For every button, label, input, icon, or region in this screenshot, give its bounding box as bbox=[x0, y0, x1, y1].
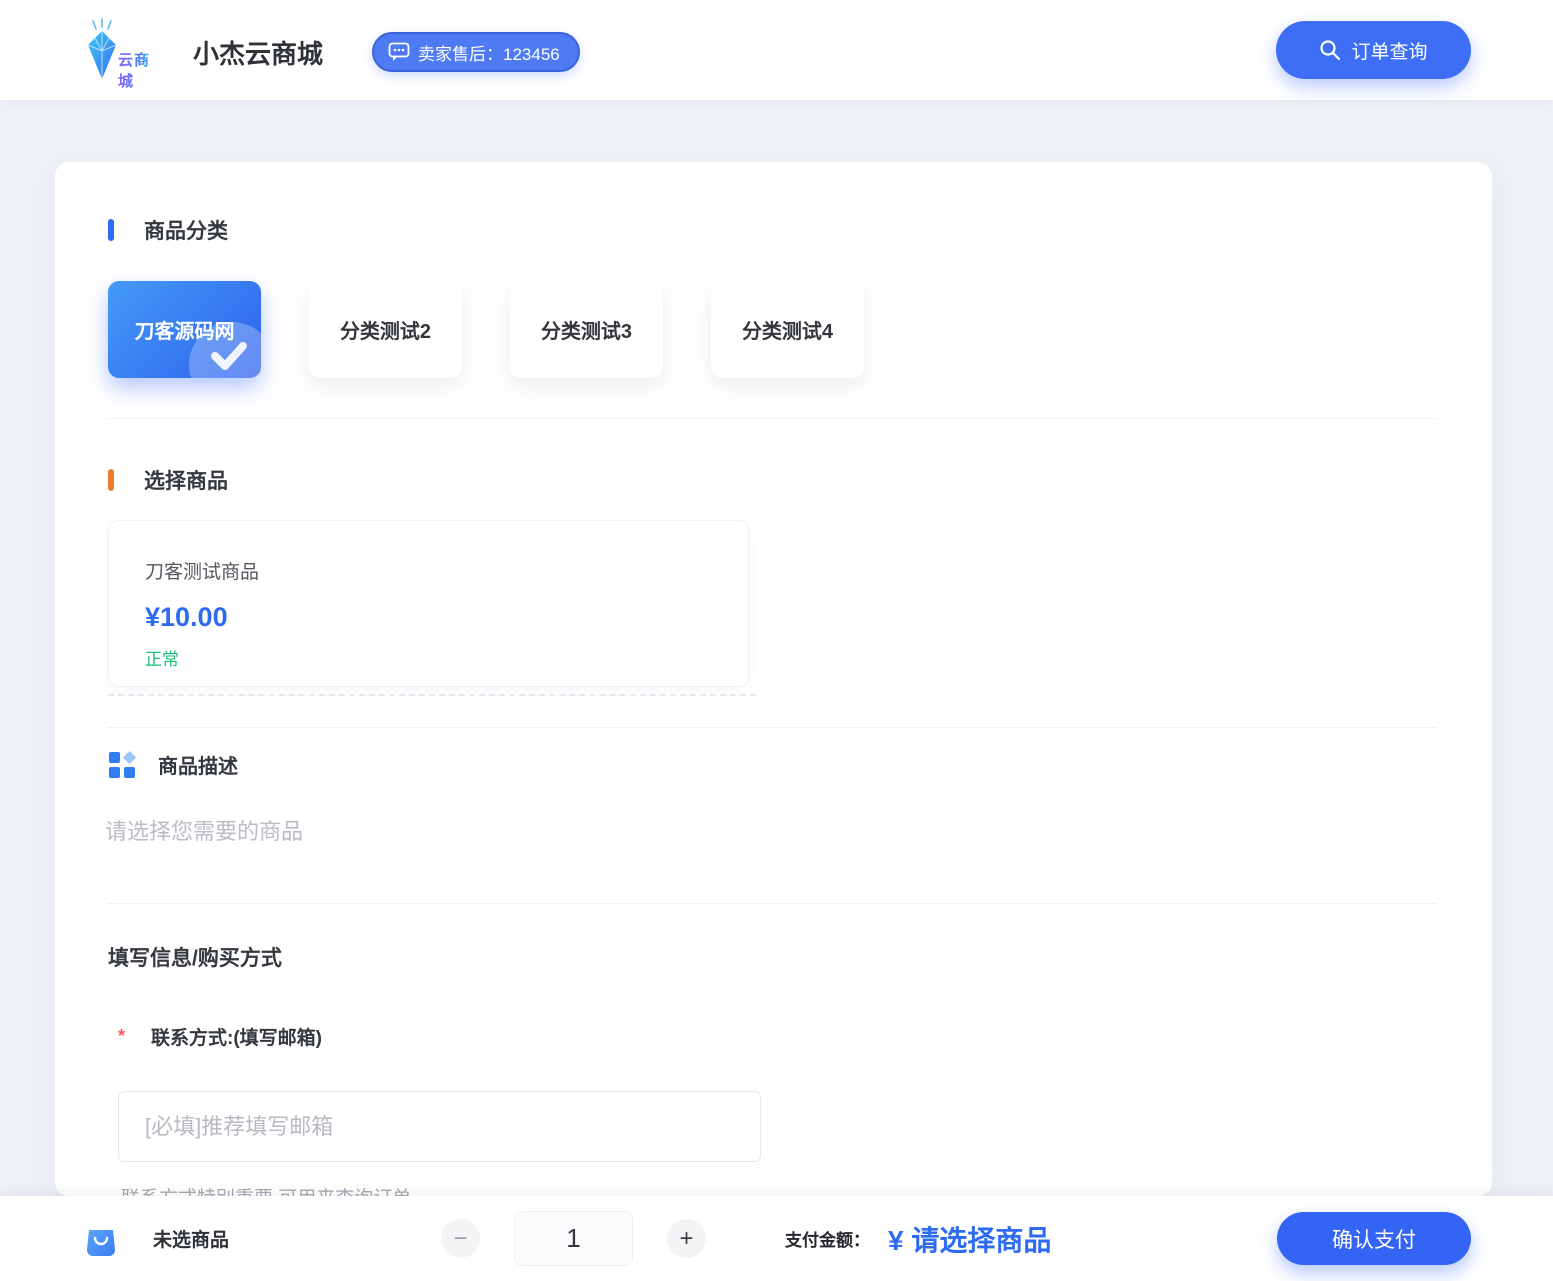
shop-main-card: 商品分类 刀客源码网 分类测试2 分类测试3 分类测试4 选择商品 刀客测试商品… bbox=[55, 162, 1492, 1196]
quantity-minus-button[interactable]: − bbox=[441, 1219, 480, 1258]
category-item[interactable]: 分类测试3 bbox=[510, 281, 663, 378]
shopping-bag-icon bbox=[83, 1220, 119, 1258]
dashed-separator bbox=[108, 694, 756, 696]
category-label: 分类测试3 bbox=[541, 315, 632, 344]
logo-text: 云商城 bbox=[118, 49, 158, 91]
contact-email-input[interactable] bbox=[118, 1091, 761, 1162]
divider bbox=[108, 418, 1437, 419]
category-section-title: 商品分类 bbox=[144, 215, 228, 245]
form-section-title: 填写信息/购买方式 bbox=[108, 942, 282, 972]
search-icon bbox=[1319, 39, 1341, 61]
product-section-header: 选择商品 bbox=[108, 465, 228, 495]
pay-amount-group: 支付金额： ¥ 请选择商品 bbox=[785, 1196, 1051, 1281]
site-logo: 云商城 bbox=[82, 13, 158, 87]
required-asterisk: * bbox=[118, 1023, 125, 1047]
contact-helper-text: 联系方式特别重要 可用来查询订单 bbox=[121, 1183, 411, 1196]
product-card[interactable]: 刀客测试商品 ¥10.00 正常 bbox=[108, 520, 749, 687]
category-item[interactable]: 分类测试4 bbox=[711, 281, 864, 378]
order-query-button[interactable]: 订单查询 bbox=[1276, 21, 1471, 79]
cart-status-text: 未选商品 bbox=[153, 1225, 229, 1252]
category-label: 分类测试4 bbox=[742, 315, 833, 344]
category-section-header: 商品分类 bbox=[108, 215, 228, 245]
contact-field-label-row: * 联系方式:(填写邮箱) bbox=[118, 1023, 322, 1050]
product-price: ¥10.00 bbox=[145, 602, 748, 633]
category-item[interactable]: 分类测试2 bbox=[309, 281, 462, 378]
quantity-input[interactable] bbox=[514, 1211, 633, 1266]
pay-amount-label: 支付金额： bbox=[785, 1226, 870, 1251]
order-query-label: 订单查询 bbox=[1351, 37, 1427, 64]
contact-field-label: 联系方式:(填写邮箱) bbox=[151, 1023, 322, 1050]
divider bbox=[108, 903, 1437, 904]
confirm-pay-button[interactable]: 确认支付 bbox=[1277, 1212, 1471, 1265]
pay-amount-value: ¥ 请选择商品 bbox=[888, 1219, 1051, 1259]
category-list: 刀客源码网 分类测试2 分类测试3 分类测试4 bbox=[108, 281, 864, 378]
divider bbox=[108, 727, 1437, 728]
quantity-plus-button[interactable]: + bbox=[667, 1219, 706, 1258]
after-sale-badge[interactable]: 卖家售后：123456 bbox=[372, 32, 580, 72]
cart-status-group: 未选商品 bbox=[83, 1196, 229, 1281]
top-header: 云商城 小杰云商城 卖家售后：123456 订单查询 bbox=[0, 0, 1553, 100]
page-title: 小杰云商城 bbox=[193, 34, 323, 71]
category-item-selected[interactable]: 刀客源码网 bbox=[108, 281, 261, 378]
section-accent-bar bbox=[108, 469, 114, 491]
product-section-title: 选择商品 bbox=[144, 465, 228, 495]
section-accent-bar bbox=[108, 219, 114, 241]
description-section-title: 商品描述 bbox=[158, 750, 238, 779]
description-placeholder: 请选择您需要的商品 bbox=[105, 814, 303, 846]
grid-diamond-icon bbox=[108, 751, 136, 779]
product-name: 刀客测试商品 bbox=[145, 557, 748, 584]
checkout-bar: 未选商品 − + 支付金额： ¥ 请选择商品 确认支付 bbox=[0, 1196, 1553, 1281]
category-label: 分类测试2 bbox=[340, 315, 431, 344]
product-status: 正常 bbox=[145, 645, 748, 670]
description-section-header: 商品描述 bbox=[108, 750, 238, 779]
chat-bubble-icon bbox=[388, 42, 410, 62]
after-sale-badge-label: 卖家售后：123456 bbox=[418, 40, 560, 65]
